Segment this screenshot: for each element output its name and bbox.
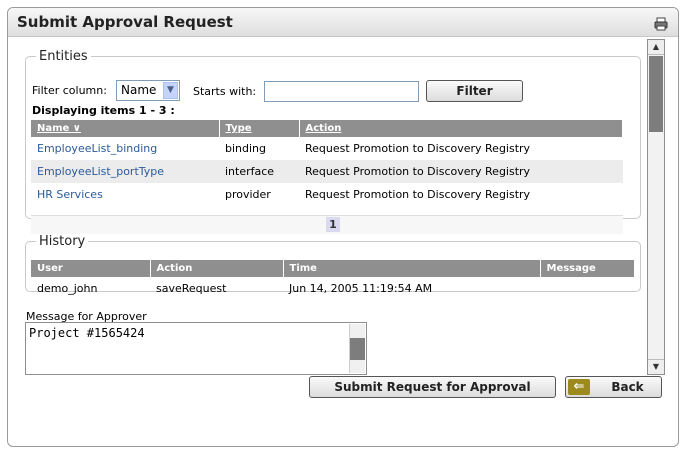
table-row: demo_john saveRequest Jun 14, 2005 11:19… (31, 277, 635, 300)
column-header-type[interactable]: Type (219, 120, 300, 137)
history-user-cell: demo_john (37, 282, 98, 295)
scroll-down-icon[interactable]: ▼ (648, 359, 664, 374)
entity-action-cell: Request Promotion to Discovery Registry (305, 142, 531, 155)
entity-link[interactable]: EmployeeList_portType (37, 165, 164, 178)
entities-legend: Entities (39, 49, 88, 64)
history-legend: History (39, 234, 86, 249)
history-time-cell: Jun 14, 2005 11:19:54 AM (289, 282, 433, 295)
filter-button[interactable]: Filter (426, 80, 523, 102)
column-header-action: Action (150, 260, 284, 277)
column-header-user: User (31, 260, 151, 277)
sort-name-link[interactable]: Name ∨ (37, 123, 81, 134)
history-table: User Action Time Message demo_john saveR… (31, 260, 635, 300)
displaying-items-label: Displaying items 1 - 3 : (32, 104, 175, 117)
entity-name-cell[interactable]: HR Services (31, 183, 219, 206)
entities-table: Name ∨ Type Action EmployeeList_binding … (31, 120, 623, 206)
message-text: Project #1565424 (29, 326, 145, 340)
filter-column-value: Name (121, 83, 157, 97)
filter-column-label: Filter column: (32, 84, 107, 97)
column-header-time: Time (283, 260, 541, 277)
entity-name-cell[interactable]: EmployeeList_binding (31, 137, 219, 160)
sort-action-link[interactable]: Action (306, 123, 342, 134)
dialog-window: Submit Approval Request Entities Filter … (7, 7, 679, 447)
table-row: EmployeeList_binding binding Request Pro… (31, 137, 623, 160)
starts-with-label: Starts with: (193, 85, 257, 98)
textarea-scrollbar[interactable] (349, 324, 365, 373)
content-area: Entities Filter column: Name ▼ Starts wi… (8, 37, 648, 375)
window-title: Submit Approval Request (17, 13, 233, 31)
entities-group: Entities Filter column: Name ▼ Starts wi… (25, 49, 641, 234)
chevron-down-icon[interactable]: ▼ (163, 82, 178, 99)
back-arrow-icon: ⇐ (568, 379, 590, 395)
history-group: History User Action Time Message demo_jo… (25, 234, 641, 295)
title-bar: Submit Approval Request (8, 8, 678, 37)
starts-with-input[interactable] (264, 81, 419, 102)
page-scrollbar[interactable]: ▲ ▼ (647, 39, 665, 375)
textarea-scroll-thumb[interactable] (350, 338, 365, 360)
entity-name-cell[interactable]: EmployeeList_portType (31, 160, 219, 183)
scroll-up-icon[interactable]: ▲ (648, 40, 664, 55)
filter-column-select[interactable]: Name ▼ (116, 80, 180, 101)
table-header-row: Name ∨ Type Action (31, 120, 623, 137)
submit-request-button[interactable]: Submit Request for Approval (309, 376, 556, 398)
print-icon[interactable] (654, 17, 668, 31)
scroll-thumb[interactable] (649, 56, 663, 132)
history-action-cell: saveRequest (156, 282, 227, 295)
entity-type-cell: interface (219, 160, 299, 183)
back-button[interactable]: ⇐ Back (565, 376, 662, 398)
back-button-label: Back (611, 380, 644, 394)
page-number[interactable]: 1 (326, 217, 340, 232)
entity-type-cell: provider (225, 188, 271, 201)
entity-link[interactable]: HR Services (37, 188, 103, 201)
table-header-row: User Action Time Message (31, 260, 635, 277)
history-message-cell (540, 277, 635, 300)
pagination-bar: 1 (31, 215, 623, 234)
sort-type-link[interactable]: Type (226, 123, 252, 134)
table-row: HR Services provider Request Promotion t… (31, 183, 623, 206)
entity-action-cell: Request Promotion to Discovery Registry (305, 188, 531, 201)
column-header-message: Message (540, 260, 635, 277)
entity-type-cell: binding (225, 142, 267, 155)
message-textarea[interactable]: Project #1565424 (25, 322, 367, 375)
table-row: EmployeeList_portType interface Request … (31, 160, 623, 183)
entity-link[interactable]: EmployeeList_binding (37, 142, 157, 155)
entity-action-cell: Request Promotion to Discovery Registry (299, 160, 623, 183)
column-header-name[interactable]: Name ∨ (31, 120, 220, 137)
column-header-action[interactable]: Action (299, 120, 623, 137)
